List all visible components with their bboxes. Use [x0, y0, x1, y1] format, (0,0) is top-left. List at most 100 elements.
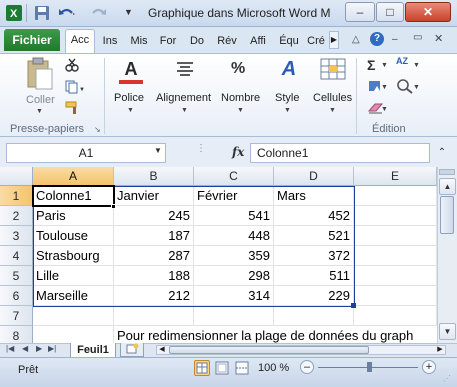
scroll-left-icon[interactable]: ◀	[157, 345, 167, 355]
cells-dropdown-icon[interactable]: ▼	[329, 107, 336, 114]
column-header-a[interactable]: A	[33, 167, 114, 186]
copy-icon[interactable]: ▼	[65, 80, 85, 97]
clear-dropdown-icon[interactable]: ▼	[381, 106, 388, 113]
row-header[interactable]: 6	[0, 286, 33, 306]
cell-d4[interactable]: 372	[274, 246, 354, 266]
zoom-out-button[interactable]: –	[300, 360, 314, 374]
window-restore-small-icon[interactable]: ▭	[413, 32, 422, 43]
resize-grip-icon[interactable]: ⋰	[443, 374, 451, 383]
cell-c1[interactable]: Février	[194, 186, 274, 206]
autosum-icon[interactable]: Σ	[367, 57, 375, 73]
scroll-right-icon[interactable]: ▶	[435, 345, 445, 355]
help-icon[interactable]: ?	[370, 32, 384, 46]
insert-function-icon[interactable]: fx	[232, 145, 244, 159]
cell-e4[interactable]	[354, 246, 437, 266]
cells-group-button[interactable]: Cellules	[313, 92, 352, 104]
tab-team[interactable]: Équ	[275, 31, 303, 53]
row-header[interactable]: 3	[0, 226, 33, 246]
tab-page-layout[interactable]: Mis	[126, 31, 152, 53]
select-all-corner[interactable]	[0, 167, 33, 186]
zoom-slider-thumb[interactable]	[367, 362, 372, 372]
cell-e6[interactable]	[354, 286, 437, 306]
column-header-e[interactable]: E	[354, 167, 437, 186]
cell-a2[interactable]: Paris	[33, 206, 114, 226]
find-dropdown-icon[interactable]: ▼	[413, 84, 420, 91]
cell-d1[interactable]: Mars	[274, 186, 354, 206]
name-box-dropdown-icon[interactable]: ▼	[154, 146, 162, 155]
font-dropdown-icon[interactable]: ▼	[127, 107, 134, 114]
sort-dropdown-icon[interactable]: ▼	[413, 62, 420, 69]
row-header[interactable]: 5	[0, 266, 33, 286]
tab-data[interactable]: Do	[184, 31, 210, 53]
maximize-button[interactable]: □	[376, 2, 404, 22]
cell-c4[interactable]: 359	[194, 246, 274, 266]
cell-b5[interactable]: 188	[114, 266, 194, 286]
cell-a1[interactable]: Colonne1	[33, 186, 114, 206]
window-minimize-small-icon[interactable]: –	[392, 34, 398, 45]
autosum-dropdown-icon[interactable]: ▼	[381, 62, 388, 69]
cell-b3[interactable]: 187	[114, 226, 194, 246]
cell-a8[interactable]	[33, 326, 114, 343]
tab-scroll-right-icon[interactable]: ▶	[329, 31, 339, 49]
cell-a4[interactable]: Strasbourg	[33, 246, 114, 266]
cell-d2[interactable]: 452	[274, 206, 354, 226]
style-group-button[interactable]: Style	[275, 92, 299, 104]
tab-create[interactable]: Cré	[305, 31, 327, 53]
cell-e2[interactable]	[354, 206, 437, 226]
cell-a7[interactable]	[33, 306, 114, 326]
first-sheet-icon[interactable]: |◀	[6, 344, 14, 353]
vertical-scrollbar[interactable]: ▲ ▼	[437, 167, 457, 343]
cell-c5[interactable]: 298	[194, 266, 274, 286]
horizontal-scrollbar[interactable]: ◀ ▶	[156, 345, 446, 355]
paste-icon[interactable]	[24, 57, 54, 91]
cell-a6[interactable]: Marseille	[33, 286, 114, 306]
tab-home[interactable]: Acc	[65, 29, 95, 53]
clipboard-launcher-icon[interactable]: ↘	[94, 125, 101, 134]
cell-e3[interactable]	[354, 226, 437, 246]
column-header-b[interactable]: B	[114, 167, 194, 186]
undo-icon[interactable]	[58, 5, 75, 21]
number-dropdown-icon[interactable]: ▼	[237, 107, 244, 114]
cell-e5[interactable]	[354, 266, 437, 286]
cell-b1[interactable]: Janvier	[114, 186, 194, 206]
paste-dropdown-icon[interactable]: ▼	[36, 108, 43, 115]
formula-options-icon[interactable]: ⋮	[196, 143, 206, 154]
prev-sheet-icon[interactable]: ◀	[22, 344, 28, 353]
style-dropdown-icon[interactable]: ▼	[284, 107, 291, 114]
cell-c6[interactable]: 314	[194, 286, 274, 306]
row-header[interactable]: 1	[0, 186, 33, 206]
expand-formula-bar-icon[interactable]: ⌃	[432, 143, 452, 163]
font-group-button[interactable]: Police	[114, 92, 144, 104]
row-header[interactable]: 4	[0, 246, 33, 266]
tab-review[interactable]: Rév	[213, 31, 241, 53]
save-icon[interactable]	[34, 5, 50, 21]
redo-icon[interactable]	[90, 5, 106, 21]
cell-b2[interactable]: 245	[114, 206, 194, 226]
scroll-thumb[interactable]	[440, 196, 454, 234]
cell-d3[interactable]: 521	[274, 226, 354, 246]
page-break-view-icon[interactable]	[234, 360, 250, 376]
alignment-group-button[interactable]: Alignement	[156, 92, 211, 104]
fill-handle[interactable]	[111, 204, 116, 209]
paste-button[interactable]: Coller	[26, 94, 55, 106]
cut-icon[interactable]	[65, 58, 79, 75]
customize-qat-icon[interactable]: ▼	[124, 7, 133, 17]
column-header-c[interactable]: C	[194, 167, 274, 186]
alignment-dropdown-icon[interactable]: ▼	[181, 107, 188, 114]
page-layout-view-icon[interactable]	[214, 360, 230, 376]
next-sheet-icon[interactable]: ▶	[36, 344, 42, 353]
minimize-button[interactable]: –	[345, 2, 375, 22]
cell-b4[interactable]: 287	[114, 246, 194, 266]
cell-a3[interactable]: Toulouse	[33, 226, 114, 246]
cell-c3[interactable]: 448	[194, 226, 274, 246]
insert-sheet-icon[interactable]	[120, 343, 144, 357]
zoom-in-button[interactable]: +	[422, 360, 436, 374]
zoom-level[interactable]: 100 %	[258, 362, 289, 374]
column-header-d[interactable]: D	[274, 167, 354, 186]
cell-d5[interactable]: 511	[274, 266, 354, 286]
number-group-button[interactable]: Nombre	[221, 92, 260, 104]
split-box[interactable]	[439, 169, 455, 175]
cells-icon[interactable]	[320, 58, 346, 83]
format-painter-icon[interactable]	[65, 101, 81, 118]
cell-b7[interactable]	[114, 306, 194, 326]
